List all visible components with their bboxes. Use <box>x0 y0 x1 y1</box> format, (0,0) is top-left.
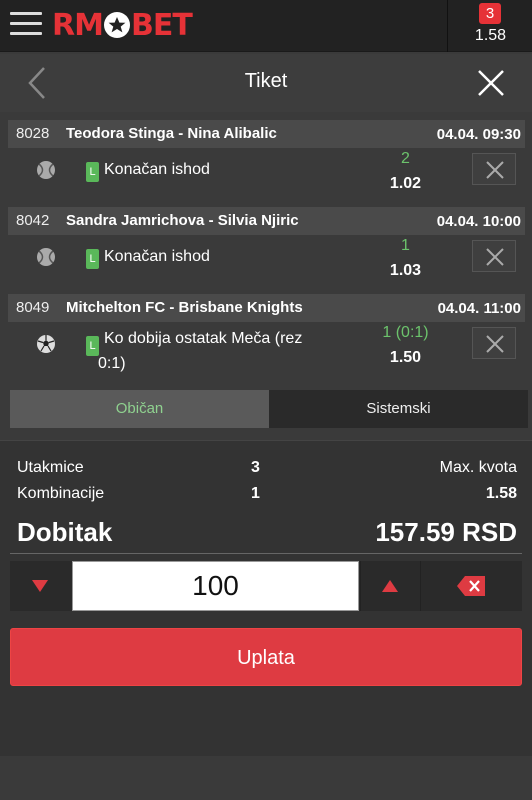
triangle-up-icon <box>381 580 398 592</box>
selection-count: 3 <box>479 3 501 24</box>
market-name: Ko dobija ostatak Meča (rez 0:1) <box>98 330 303 372</box>
ticket-type-tabs: Običan Sistemski <box>10 390 528 428</box>
live-badge: L <box>86 249 99 269</box>
pick: 1 (0:1) <box>382 324 429 341</box>
top-bar: RM BET 3 1.58 <box>0 0 532 52</box>
market-name: Konačan ishod <box>104 161 210 178</box>
backspace-button[interactable] <box>420 561 522 611</box>
combinations-value: 1 <box>251 485 260 502</box>
selection-item: 8042 Sandra Jamrichova - Silvia Njiric 0… <box>8 207 525 294</box>
combinations-label: Kombinacije <box>17 485 105 502</box>
event-body: L Konačan ishod 1 1.03 <box>8 235 525 294</box>
backspace-icon <box>457 576 485 596</box>
max-odds-label: Max. kvota <box>439 459 517 476</box>
live-badge: L <box>86 162 99 182</box>
event-name: Teodora Stinga - Nina Alibalic <box>66 125 277 142</box>
event-time: 04.04. 09:30 <box>436 126 521 143</box>
payout-value: 157.59 RSD <box>375 517 517 547</box>
selection-item: 8049 Mitchelton FC - Brisbane Knights 04… <box>8 294 525 381</box>
total-odds: 1.58 <box>474 27 507 44</box>
soccer-icon <box>37 335 55 353</box>
page-title: Tiket <box>244 70 288 92</box>
pick: 1 <box>401 237 410 254</box>
close-icon <box>486 335 504 353</box>
remove-selection-button[interactable] <box>472 327 516 359</box>
selection-item: 8028 Teodora Stinga - Nina Alibalic 04.0… <box>8 120 525 207</box>
odd: 1.03 <box>389 262 422 279</box>
event-time: 04.04. 11:00 <box>437 300 521 317</box>
max-odds-value: 1.58 <box>485 485 517 502</box>
event-header: 8042 Sandra Jamrichova - Silvia Njiric 0… <box>8 207 525 235</box>
ticket-summary: Utakmice 3 Max. kvota Kombinacije 1 1.58… <box>0 440 532 756</box>
tab-system[interactable]: Sistemski <box>269 390 528 428</box>
event-body: L Ko dobija ostatak Meča (rez 0:1) 1 (0:… <box>8 322 525 381</box>
event-header: 8049 Mitchelton FC - Brisbane Knights 04… <box>8 294 525 322</box>
remove-selection-button[interactable] <box>472 240 516 272</box>
close-icon <box>486 248 504 266</box>
pay-button[interactable]: Uplata <box>10 628 522 686</box>
event-code: 8028 <box>16 125 50 142</box>
selections-list: 8028 Teodora Stinga - Nina Alibalic 04.0… <box>8 120 525 381</box>
rmcobet-logo[interactable]: RM BET <box>52 8 193 44</box>
tennis-icon <box>37 161 55 179</box>
event-time: 04.04. 10:00 <box>436 213 521 230</box>
tennis-icon <box>37 248 55 266</box>
divider <box>10 553 522 554</box>
pick: 2 <box>401 150 410 167</box>
soccer-ball-logo-icon <box>103 12 130 38</box>
payout-row: Dobitak 157.59 RSD <box>17 517 517 548</box>
market-name: Konačan ishod <box>104 248 210 265</box>
odd: 1.02 <box>389 175 422 192</box>
triangle-down-icon <box>32 580 48 592</box>
event-code: 8049 <box>16 299 50 316</box>
close-icon[interactable] <box>474 66 508 100</box>
stake-input[interactable] <box>72 561 359 611</box>
matches-value: 3 <box>251 459 260 476</box>
decrease-stake-button[interactable] <box>10 561 70 611</box>
matches-label: Utakmice <box>17 459 84 476</box>
event-body: L Konačan ishod 2 1.02 <box>8 148 525 207</box>
tab-single[interactable]: Običan <box>10 390 269 428</box>
stake-row <box>10 561 522 611</box>
hamburger-icon[interactable] <box>10 12 42 38</box>
event-name: Sandra Jamrichova - Silvia Njiric <box>66 212 299 229</box>
ticket-header: Tiket <box>0 54 532 112</box>
increase-stake-button[interactable] <box>360 561 418 611</box>
payout-label: Dobitak <box>17 517 113 547</box>
close-icon <box>486 161 504 179</box>
betslip-badge[interactable]: 3 1.58 <box>447 0 532 52</box>
remove-selection-button[interactable] <box>472 153 516 185</box>
event-name: Mitchelton FC - Brisbane Knights <box>66 299 303 316</box>
event-code: 8042 <box>16 212 50 229</box>
odd: 1.50 <box>389 349 422 366</box>
event-header: 8028 Teodora Stinga - Nina Alibalic 04.0… <box>8 120 525 148</box>
